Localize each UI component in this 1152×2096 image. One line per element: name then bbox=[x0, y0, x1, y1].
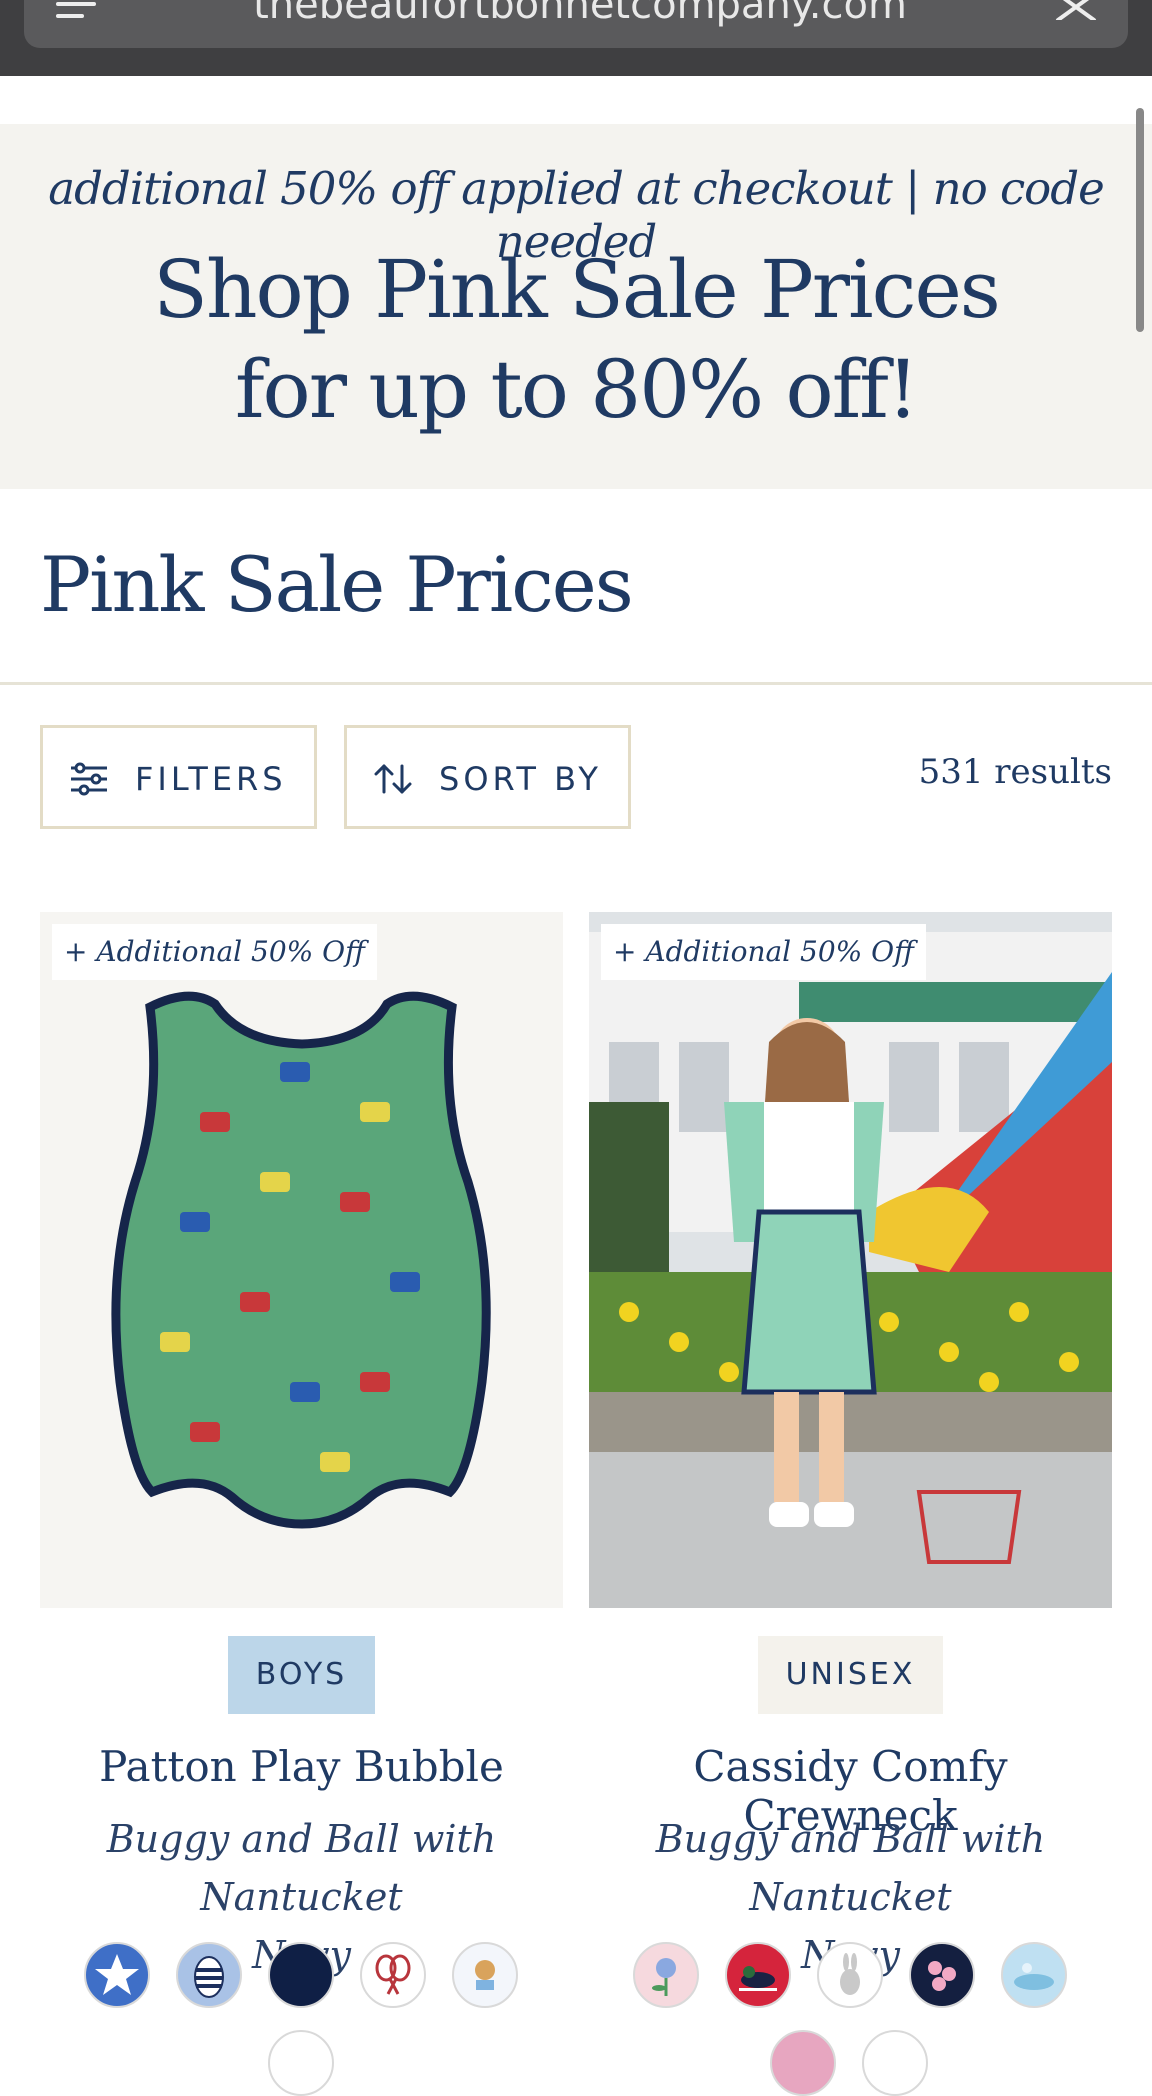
url-text[interactable]: thebeaufortbonnetcompany.com bbox=[200, 0, 960, 28]
romper-illustration bbox=[111, 991, 491, 1529]
bunny-swatch[interactable] bbox=[817, 1942, 883, 2008]
sort-icon bbox=[374, 764, 412, 794]
swatch-list bbox=[84, 1942, 524, 2012]
category-badge: BOYS bbox=[228, 1636, 375, 1714]
sort-by-label: SORT BY bbox=[439, 760, 602, 798]
lifestyle-photo bbox=[589, 912, 1112, 1608]
filters-icon bbox=[71, 762, 107, 796]
product-color-line-1: Buggy and Ball with Nantucket bbox=[106, 1817, 497, 1919]
dog-print-swatch[interactable] bbox=[452, 1942, 518, 2008]
filters-button[interactable]: FILTERS bbox=[40, 725, 317, 829]
promo-title: Shop Pink Sale Prices for up to 80% off! bbox=[0, 240, 1152, 440]
product-color-line-1: Buggy and Ball with Nantucket bbox=[655, 1817, 1046, 1919]
promo-title-line-1: Shop Pink Sale Prices bbox=[153, 243, 1001, 336]
product-image[interactable]: + Additional 50% Off bbox=[589, 912, 1112, 1608]
divider bbox=[0, 682, 1152, 685]
close-icon[interactable] bbox=[1054, 0, 1098, 20]
product-card[interactable]: + Additional 50% Off UNISEX Cassidy Comf… bbox=[589, 912, 1112, 2048]
tennis-racquet-swatch[interactable] bbox=[360, 1942, 426, 2008]
product-card[interactable]: + Additional 50% Off BOYS Patton Play Bu… bbox=[40, 912, 563, 2048]
more-swatch[interactable] bbox=[862, 2030, 928, 2096]
star-swatch[interactable] bbox=[84, 1942, 150, 2008]
watercolor-blue-swatch[interactable] bbox=[1001, 1942, 1067, 2008]
navy-swatch[interactable] bbox=[268, 1942, 334, 2008]
more-swatch[interactable] bbox=[770, 2030, 836, 2096]
promo-banner[interactable]: additional 50% off applied at checkout |… bbox=[0, 124, 1152, 489]
category-badge: UNISEX bbox=[758, 1636, 943, 1714]
floral-pink-swatch[interactable] bbox=[633, 1942, 699, 2008]
promo-tag: + Additional 50% Off bbox=[52, 924, 377, 980]
browser-address-bar: thebeaufortbonnetcompany.com bbox=[0, 0, 1152, 76]
bee-stripe-swatch[interactable] bbox=[176, 1942, 242, 2008]
duck-red-swatch[interactable] bbox=[725, 1942, 791, 2008]
results-count: 531 results bbox=[918, 752, 1112, 792]
blossom-navy-swatch[interactable] bbox=[909, 1942, 975, 2008]
filters-label: FILTERS bbox=[135, 760, 287, 798]
swatch-list bbox=[633, 1942, 1073, 2012]
sort-by-button[interactable]: SORT BY bbox=[344, 725, 631, 829]
product-name[interactable]: Patton Play Bubble bbox=[40, 1742, 563, 1791]
product-image[interactable]: + Additional 50% Off bbox=[40, 912, 563, 1608]
page-scrollbar[interactable] bbox=[1136, 108, 1144, 332]
menu-icon[interactable] bbox=[56, 0, 100, 22]
promo-title-line-2: for up to 80% off! bbox=[234, 343, 919, 436]
more-swatch[interactable] bbox=[268, 2030, 334, 2096]
page-title: Pink Sale Prices bbox=[40, 540, 634, 629]
promo-tag: + Additional 50% Off bbox=[601, 924, 926, 980]
